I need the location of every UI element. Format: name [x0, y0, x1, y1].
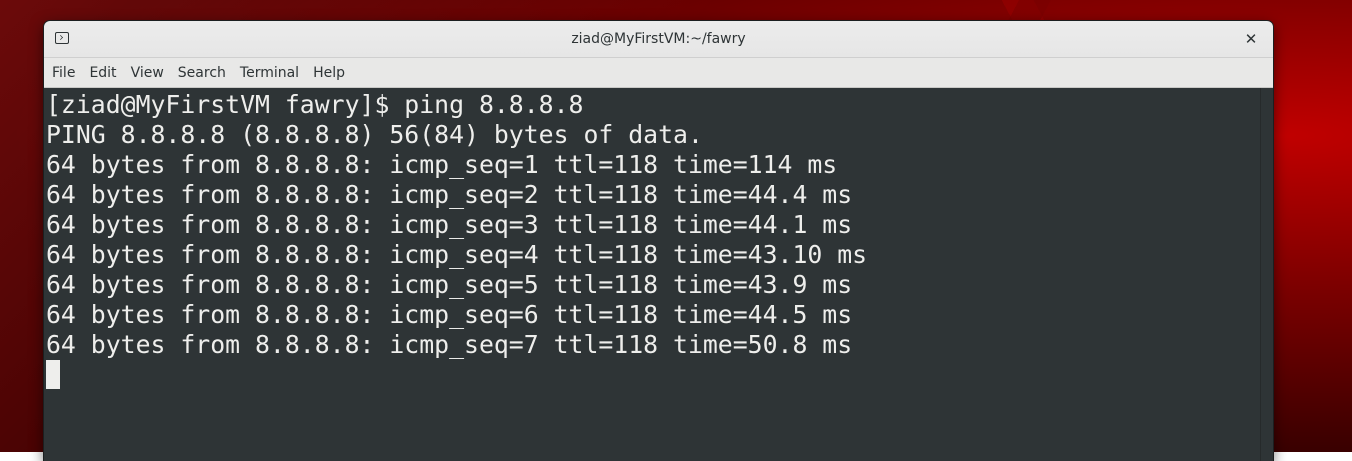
menu-file[interactable]: File	[45, 65, 82, 81]
window-title: ziad@MyFirstVM:~/fawry	[571, 31, 746, 47]
terminal-scrollbar[interactable]	[1260, 88, 1273, 461]
text-cursor	[46, 360, 60, 389]
menu-edit[interactable]: Edit	[82, 65, 123, 81]
output-line: 64 bytes from 8.8.8.8: icmp_seq=3 ttl=11…	[46, 210, 853, 239]
menu-view[interactable]: View	[124, 65, 171, 81]
cursor-line	[46, 360, 1261, 390]
menu-help[interactable]: Help	[306, 65, 352, 81]
prompt-line: [ziad@MyFirstVM fawry]$ ping 8.8.8.8	[46, 90, 584, 119]
menu-terminal[interactable]: Terminal	[233, 65, 306, 81]
menu-search[interactable]: Search	[171, 65, 233, 81]
terminal-icon	[55, 32, 69, 44]
terminal-window: ziad@MyFirstVM:~/fawry ✕ File Edit View …	[44, 21, 1273, 461]
output-line: 64 bytes from 8.8.8.8: icmp_seq=2 ttl=11…	[46, 180, 853, 209]
close-icon[interactable]: ✕	[1241, 29, 1261, 49]
output-line: PING 8.8.8.8 (8.8.8.8) 56(84) bytes of d…	[46, 120, 703, 149]
window-titlebar[interactable]: ziad@MyFirstVM:~/fawry ✕	[44, 21, 1273, 58]
output-line: 64 bytes from 8.8.8.8: icmp_seq=1 ttl=11…	[46, 150, 838, 179]
output-line: 64 bytes from 8.8.8.8: icmp_seq=4 ttl=11…	[46, 240, 868, 269]
menu-bar: File Edit View Search Terminal Help	[44, 58, 1273, 88]
output-line: 64 bytes from 8.8.8.8: icmp_seq=5 ttl=11…	[46, 270, 853, 299]
terminal-output[interactable]: [ziad@MyFirstVM fawry]$ ping 8.8.8.8 PIN…	[44, 88, 1261, 461]
output-line: 64 bytes from 8.8.8.8: icmp_seq=7 ttl=11…	[46, 330, 853, 359]
output-line: 64 bytes from 8.8.8.8: icmp_seq=6 ttl=11…	[46, 300, 853, 329]
